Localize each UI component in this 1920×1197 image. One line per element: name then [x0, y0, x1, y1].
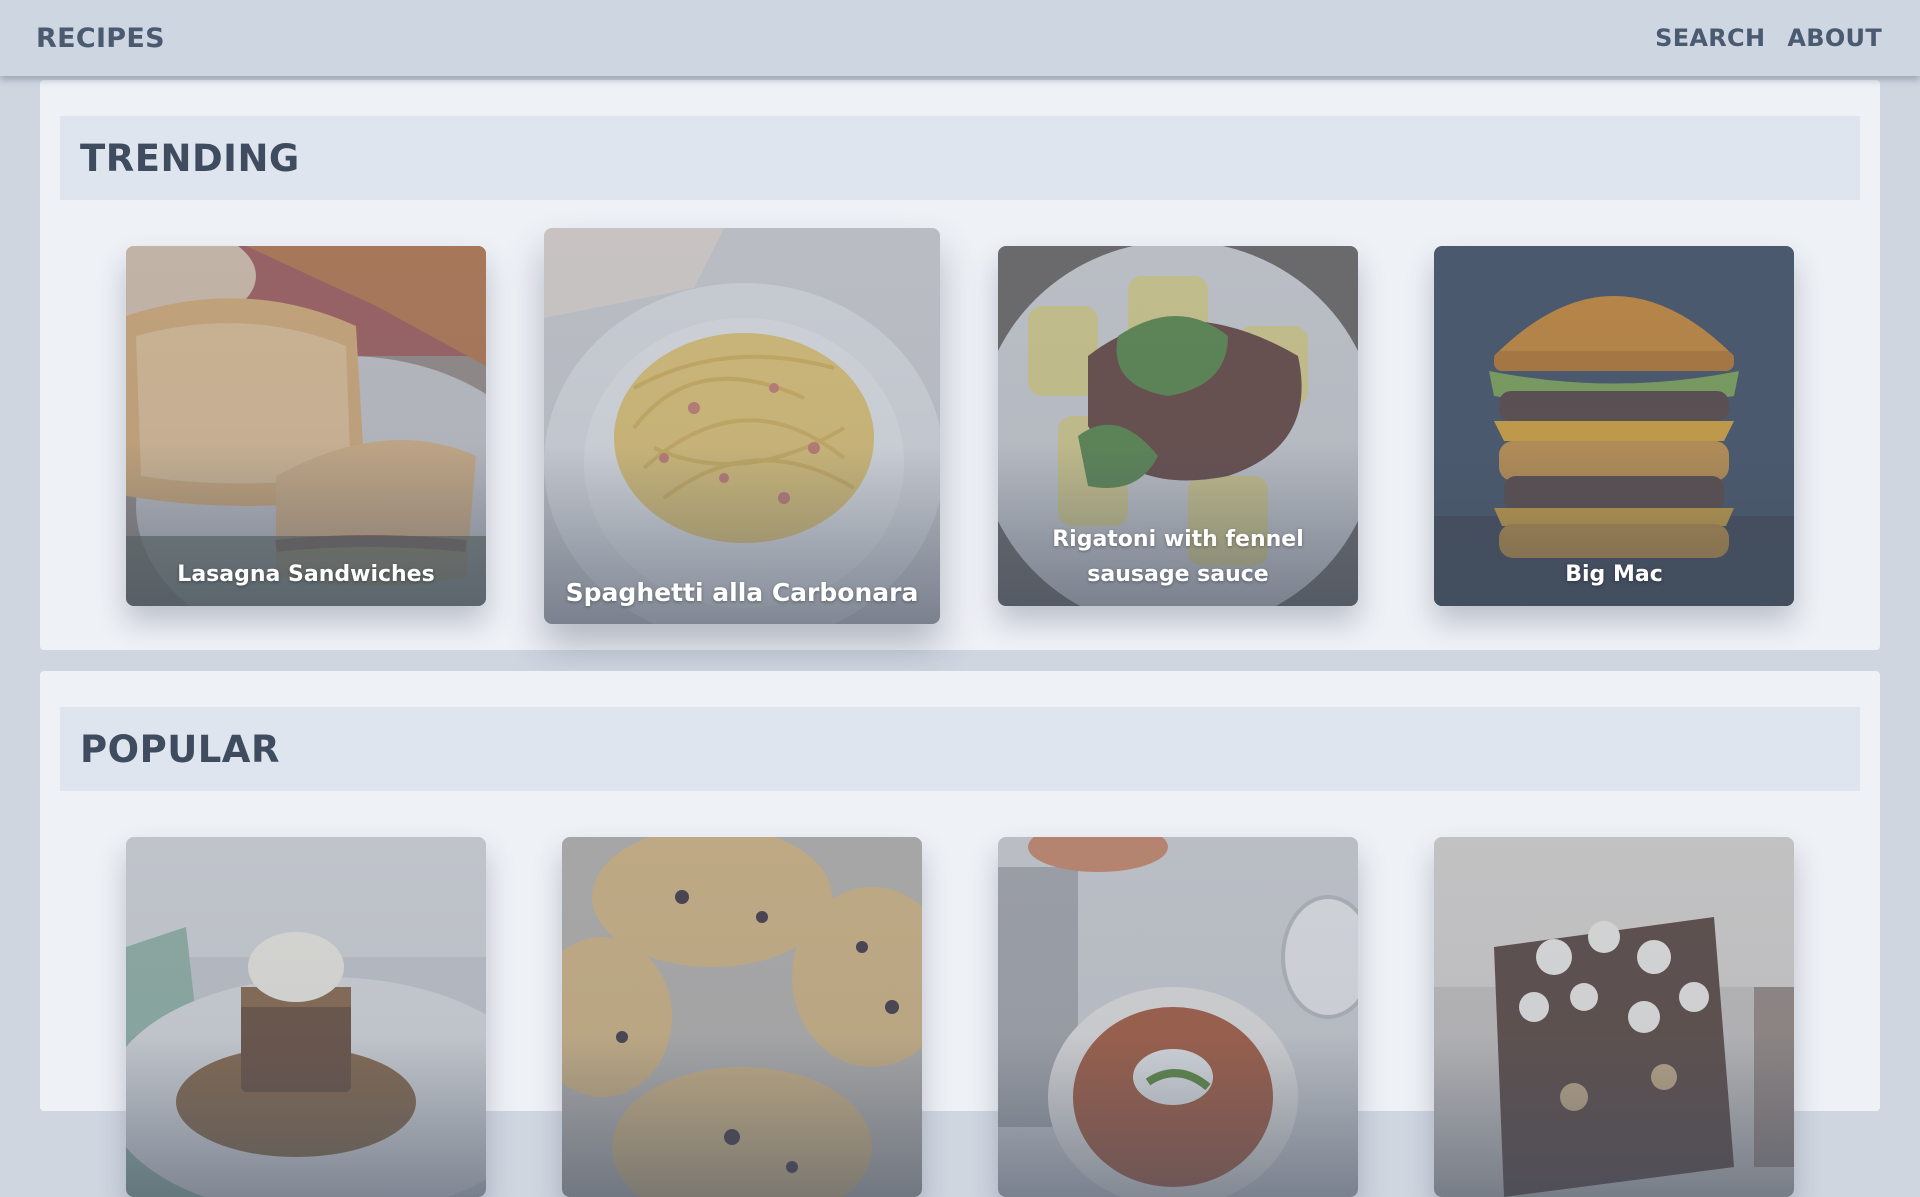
section-title: TRENDING [80, 136, 300, 180]
recipe-card[interactable]: Spaghetti alla Carbonara [544, 228, 940, 624]
popular-section: POPULAR [40, 671, 1880, 1197]
card-overlay [1434, 246, 1794, 606]
trending-header: TRENDING [60, 116, 1860, 200]
recipe-title: Rigatoni with fennel sausage sauce [1052, 527, 1304, 587]
recipe-card[interactable] [998, 837, 1358, 1197]
card-overlay [562, 837, 922, 1197]
card-overlay [544, 228, 940, 624]
recipe-card[interactable]: Rigatoni with fennel sausage sauce [998, 246, 1358, 606]
recipe-title: Big Mac [1565, 562, 1663, 587]
recipe-card[interactable]: Big Mac [1434, 246, 1794, 606]
recipe-card[interactable] [562, 837, 922, 1197]
recipe-title: Lasagna Sandwiches [177, 562, 435, 587]
nav-links: SEARCH ABOUT [1655, 24, 1882, 52]
nav-about-link[interactable]: ABOUT [1787, 24, 1882, 52]
recipe-card[interactable]: Lasagna Sandwiches [126, 246, 486, 606]
recipe-card[interactable] [1434, 837, 1794, 1197]
recipe-title: Spaghetti alla Carbonara [565, 578, 919, 607]
trending-section: TRENDING Lasagna Sandwiches Spaghetti al… [40, 80, 1880, 650]
nav-search-link[interactable]: SEARCH [1655, 24, 1765, 52]
card-overlay [126, 246, 486, 606]
section-title: POPULAR [80, 727, 280, 771]
card-overlay [126, 837, 486, 1197]
top-navbar: RECIPES SEARCH ABOUT [0, 0, 1920, 76]
brand-logo[interactable]: RECIPES [36, 23, 165, 54]
card-overlay [1434, 837, 1794, 1197]
recipe-card[interactable] [126, 837, 486, 1197]
popular-header: POPULAR [60, 707, 1860, 791]
card-overlay [998, 837, 1358, 1197]
